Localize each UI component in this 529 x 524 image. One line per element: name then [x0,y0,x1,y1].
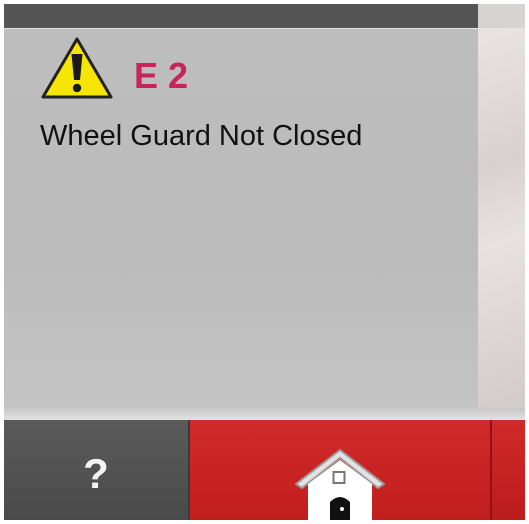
top-bar [4,4,478,28]
machine-screen: E 2 Wheel Guard Not Closed ? [0,0,529,524]
help-button[interactable]: ? [4,420,190,520]
home-icon [295,449,385,520]
error-code: E 2 [134,55,189,96]
error-message: Wheel Guard Not Closed [40,120,363,152]
top-bar-background [478,4,525,28]
help-icon: ? [83,450,109,497]
home-button[interactable] [190,420,492,520]
warning-triangle-icon [41,37,113,99]
side-button[interactable] [492,420,525,520]
toolbar-divider [4,408,525,420]
background-panel [478,28,525,416]
